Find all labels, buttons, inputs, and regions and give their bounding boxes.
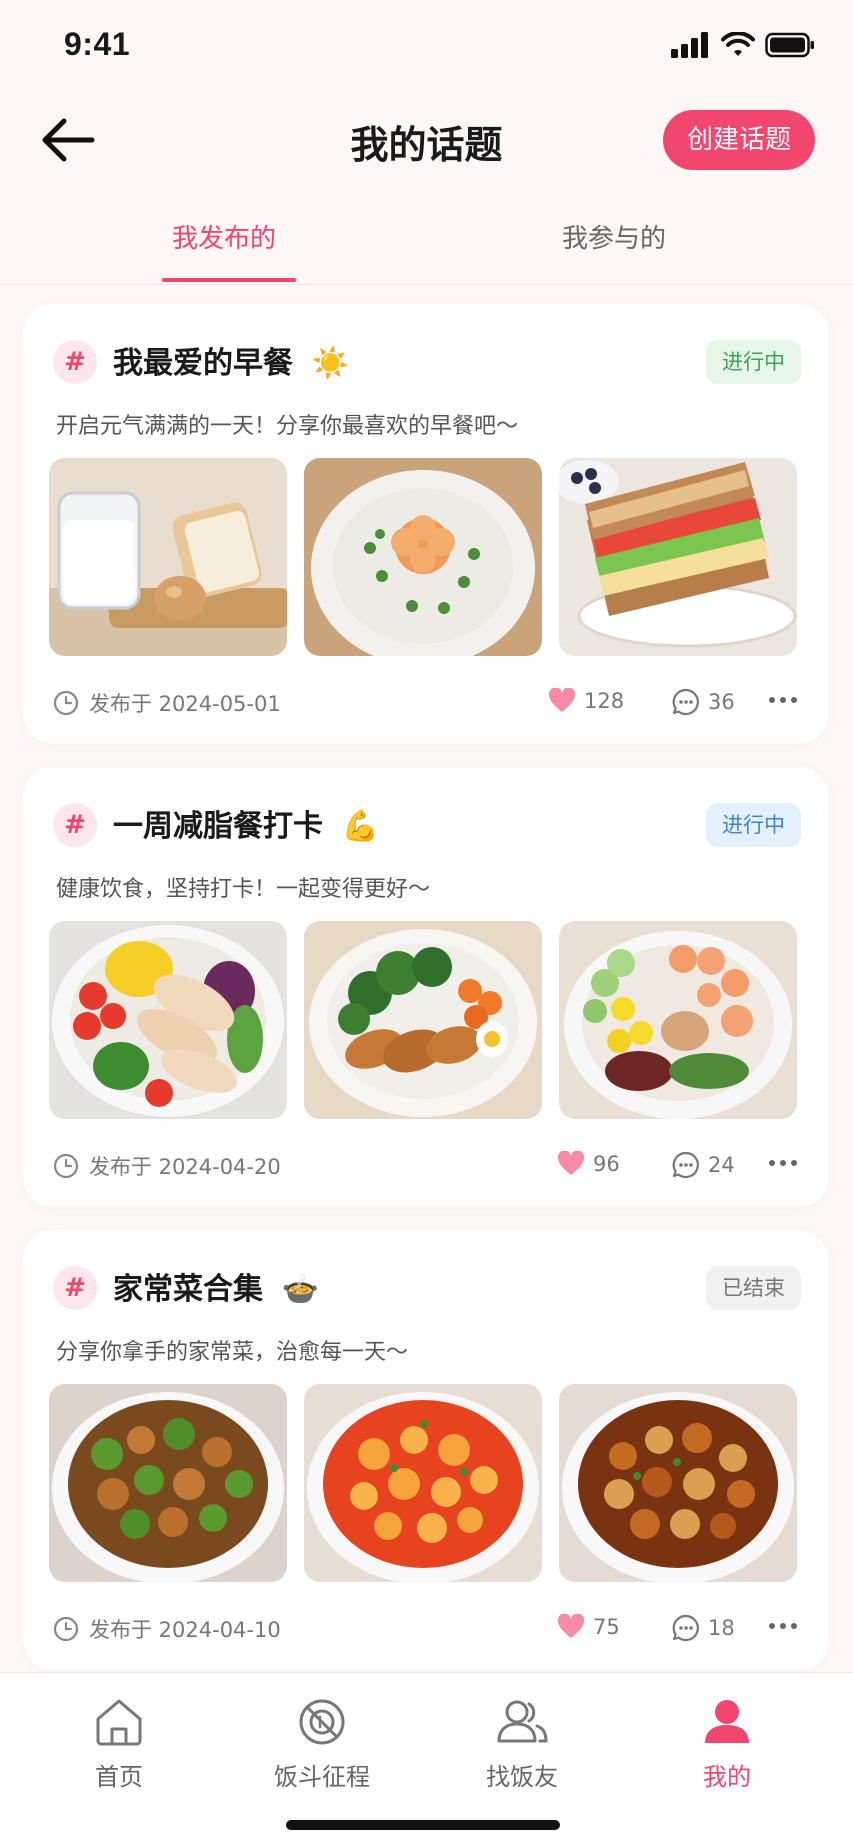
nav-profile[interactable]: 我的 [657, 1697, 797, 1792]
status-icons [671, 32, 815, 58]
flexed-arm-emoji-icon: 💪 [341, 809, 379, 844]
comment-button[interactable]: 36 [672, 688, 735, 716]
create-topic-button[interactable]: 创建话题 [662, 110, 815, 170]
friends-icon [497, 1700, 548, 1743]
profile-icon [705, 1700, 749, 1743]
more-options-button[interactable] [765, 684, 801, 716]
battery-icon [765, 32, 814, 58]
publish-date: 发布于 2024-04-20 [53, 1151, 281, 1181]
like-button[interactable]: 75 [557, 1614, 620, 1640]
home-indicator [286, 1820, 560, 1830]
tab-participated[interactable]: 我参与的 [562, 218, 666, 255]
shrimp-salad-bowl-photo[interactable] [559, 921, 797, 1119]
topic-footer: 发布于 2024-04-20 96 24 [53, 1145, 801, 1185]
comment-button[interactable]: 18 [672, 1614, 735, 1642]
comment-icon [672, 688, 699, 716]
comment-button[interactable]: 24 [672, 1151, 735, 1179]
heart-icon [557, 1614, 585, 1638]
topic-card[interactable]: # 我最爱的早餐 ☀️ 进行中 开启元气满满的一天！分享你最喜欢的早餐吧～ 发布… [23, 304, 829, 744]
sun-emoji-icon: ☀️ [311, 346, 349, 381]
header: 我的话题 创建话题 [0, 100, 853, 180]
topic-description: 分享你拿手的家常菜，治愈每一天～ [56, 1340, 409, 1365]
clock-icon [53, 690, 79, 716]
milk-and-toast-photo[interactable] [49, 458, 287, 656]
heart-icon [557, 1151, 585, 1175]
tab-bar: 我发布的 我参与的 [0, 200, 853, 285]
topic-card[interactable]: # 家常菜合集 🍲 已结束 分享你拿手的家常菜，治愈每一天～ 发布于 2024-… [23, 1230, 829, 1670]
topic-description: 健康饮食，坚持打卡！一起变得更好～ [56, 877, 431, 902]
active-tab-indicator [162, 278, 296, 282]
status-badge: 进行中 [706, 340, 801, 384]
braised-dish-photo[interactable] [559, 1384, 797, 1582]
comment-icon [672, 1614, 699, 1642]
clock-icon [53, 1616, 79, 1642]
topic-footer: 发布于 2024-04-10 75 18 [53, 1608, 801, 1648]
topic-images [49, 921, 797, 1119]
more-options-button[interactable] [765, 1610, 801, 1642]
nav-find-friends[interactable]: 找饭友 [452, 1697, 592, 1792]
status-time: 9:41 [64, 26, 131, 62]
hashtag-icon: # [53, 340, 97, 384]
home-icon [96, 1699, 142, 1746]
chicken-salad-bowl-photo[interactable] [49, 921, 287, 1119]
topic-title: 家常菜合集 🍲 [113, 1272, 319, 1307]
tomato-egg-photo[interactable] [304, 1384, 542, 1582]
like-count: 96 [593, 1152, 620, 1176]
comment-icon [672, 1151, 699, 1179]
hashtag-icon: # [53, 1266, 97, 1310]
sandwich-photo[interactable] [559, 458, 797, 656]
publish-date: 发布于 2024-05-01 [53, 688, 281, 718]
wifi-icon [721, 32, 755, 56]
comment-count: 24 [708, 1153, 735, 1177]
more-icon [769, 1160, 797, 1166]
nav-home[interactable]: 首页 [49, 1697, 189, 1792]
like-count: 128 [584, 689, 625, 713]
like-button[interactable]: 96 [557, 1151, 620, 1177]
status-bar: 9:41 [0, 0, 853, 100]
status-badge: 已结束 [706, 1266, 801, 1310]
topic-card[interactable]: # 一周减脂餐打卡 💪 进行中 健康饮食，坚持打卡！一起变得更好～ 发布于 20… [23, 767, 829, 1207]
more-icon [769, 697, 797, 703]
pepper-stir-fry-photo[interactable] [49, 1384, 287, 1582]
nav-journey[interactable]: 饭斗征程 [252, 1697, 392, 1792]
topic-title: 我最爱的早餐 ☀️ [113, 346, 349, 381]
like-count: 75 [593, 1615, 620, 1639]
more-options-button[interactable] [765, 1147, 801, 1179]
publish-date: 发布于 2024-04-10 [53, 1614, 281, 1644]
status-badge: 进行中 [706, 803, 801, 847]
grilled-chicken-broccoli-photo[interactable] [304, 921, 542, 1119]
like-button[interactable]: 128 [548, 688, 624, 714]
topic-footer: 发布于 2024-05-01 128 36 [53, 682, 801, 722]
topic-images [49, 1384, 797, 1582]
heart-icon [548, 688, 576, 712]
clock-icon [53, 1153, 79, 1179]
pot-of-food-emoji-icon: 🍲 [281, 1272, 319, 1307]
topic-images [49, 458, 797, 656]
journey-icon [299, 1699, 345, 1745]
tab-published[interactable]: 我发布的 [172, 218, 276, 255]
signal-icon [671, 32, 708, 58]
topic-description: 开启元气满满的一天！分享你最喜欢的早餐吧～ [56, 414, 519, 439]
comment-count: 18 [708, 1616, 735, 1640]
shrimp-congee-photo[interactable] [304, 458, 542, 656]
more-icon [769, 1623, 797, 1629]
topic-title: 一周减脂餐打卡 💪 [113, 809, 379, 844]
hashtag-icon: # [53, 803, 97, 847]
comment-count: 36 [708, 690, 735, 714]
